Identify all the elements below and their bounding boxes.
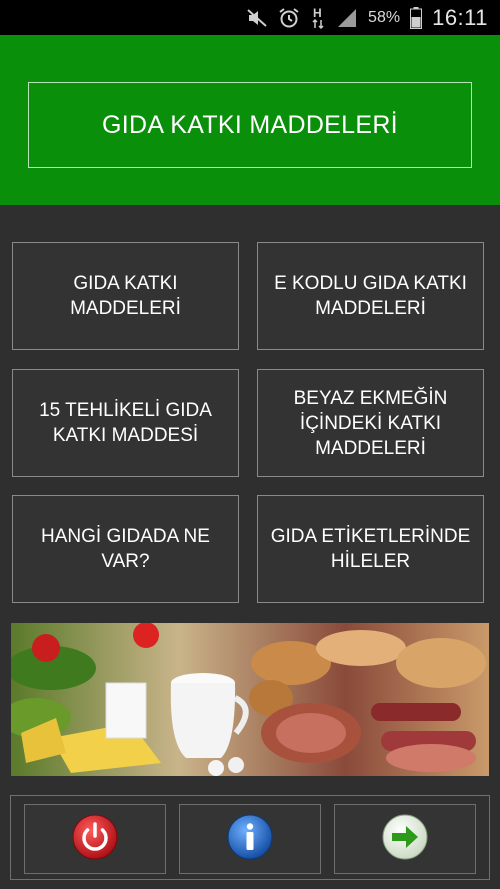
menu-e-kodlu-button[interactable]: E KODLU GIDA KATKI MADDELERİ	[257, 242, 484, 350]
menu-gida-katki-maddeleri-button[interactable]: GIDA KATKI MADDELERİ	[12, 242, 239, 350]
svg-text:H: H	[313, 6, 322, 20]
menu-button-label: GIDA KATKI MADDELERİ	[70, 273, 181, 319]
app-header: GIDA KATKI MADDELERİ	[0, 35, 500, 205]
signal-icon	[336, 7, 358, 29]
mute-icon	[246, 8, 268, 28]
menu-button-label: GIDA ETİKETLERİNDE HİLELER	[270, 526, 471, 572]
menu-button-label: 15 TEHLİKELİ GIDA KATKI MADDESİ	[39, 400, 212, 446]
menu-button-label: BEYAZ EKMEĞİN İÇİNDEKİ KATKI MADDELERİ	[293, 387, 448, 459]
h-data-icon: H	[310, 6, 326, 30]
power-icon	[71, 813, 119, 866]
bottom-toolbar	[10, 795, 490, 880]
menu-button-label: HANGİ GIDADA NE VAR?	[41, 526, 210, 572]
battery-percent: 58%	[368, 8, 401, 26]
battery-icon	[410, 6, 423, 29]
menu-15-tehlikeli-button[interactable]: 15 TEHLİKELİ GIDA KATKI MADDESİ	[12, 369, 239, 477]
menu-hangi-gidada-button[interactable]: HANGİ GIDADA NE VAR?	[12, 495, 239, 603]
alarm-icon	[278, 7, 300, 29]
info-icon	[226, 813, 274, 866]
exit-button[interactable]	[24, 804, 166, 874]
menu-etiket-hileler-button[interactable]: GIDA ETİKETLERİNDE HİLELER	[257, 495, 484, 603]
arrow-right-icon	[381, 813, 429, 866]
status-icons: H 58% 16:11	[246, 0, 488, 35]
info-button[interactable]	[179, 804, 321, 874]
title-box: GIDA KATKI MADDELERİ	[28, 82, 472, 168]
clock: 16:11	[432, 4, 488, 30]
next-button[interactable]	[334, 804, 476, 874]
menu-button-label: E KODLU GIDA KATKI MADDELERİ	[274, 273, 467, 319]
food-banner-image	[11, 623, 489, 776]
status-bar: H 58% 16:11	[0, 0, 500, 35]
menu-beyaz-ekmek-button[interactable]: BEYAZ EKMEĞİN İÇİNDEKİ KATKI MADDELERİ	[257, 369, 484, 477]
page-title: GIDA KATKI MADDELERİ	[102, 110, 398, 139]
